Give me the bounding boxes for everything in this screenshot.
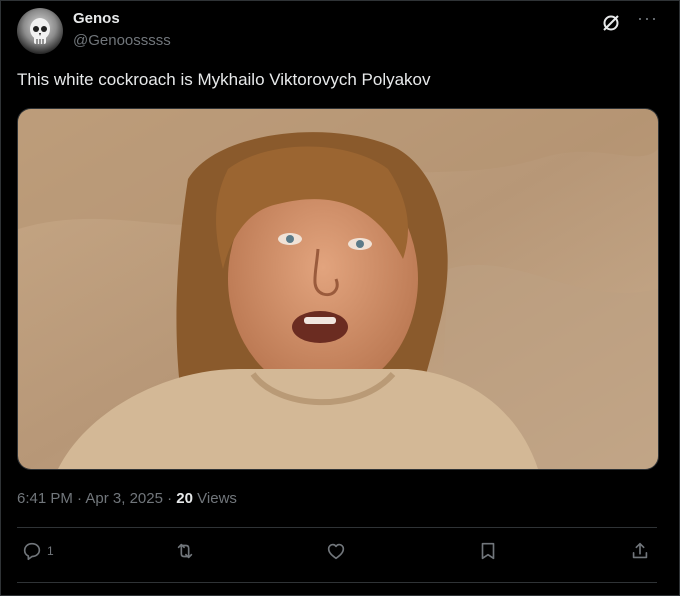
divider (17, 582, 657, 583)
author-handle[interactable]: @Genoosssss (73, 32, 171, 49)
views-label: Views (197, 490, 237, 507)
post-date[interactable]: Apr 3, 2025 (85, 490, 163, 507)
skull-avatar-icon (30, 18, 50, 44)
meta-separator: · (77, 490, 83, 507)
share-button[interactable] (629, 540, 651, 562)
post-text: This white cockroach is Mykhailo Viktoro… (17, 70, 431, 89)
more-icon[interactable]: ··· (637, 8, 658, 29)
reply-button[interactable]: 1 (21, 540, 54, 562)
media-image (18, 109, 658, 469)
post-meta: 6:41 PM · Apr 3, 2025 · 20 Views (17, 490, 237, 507)
reply-icon (23, 542, 41, 561)
action-bar: 1 (17, 540, 657, 570)
post-media[interactable] (17, 108, 659, 470)
author-name[interactable]: Genos (73, 10, 120, 27)
bookmark-button[interactable] (477, 540, 499, 562)
grok-icon[interactable] (601, 13, 621, 33)
author-avatar[interactable] (17, 8, 63, 54)
like-button[interactable] (325, 540, 347, 562)
repost-button[interactable] (174, 540, 196, 562)
views-count: 20 (176, 490, 193, 507)
divider (17, 527, 657, 528)
meta-separator: · (167, 490, 173, 507)
share-icon (632, 542, 648, 559)
reply-count: 1 (47, 544, 54, 558)
like-icon (327, 543, 345, 560)
post-time[interactable]: 6:41 PM (17, 490, 73, 507)
repost-icon (177, 543, 193, 559)
bookmark-icon (481, 542, 495, 560)
